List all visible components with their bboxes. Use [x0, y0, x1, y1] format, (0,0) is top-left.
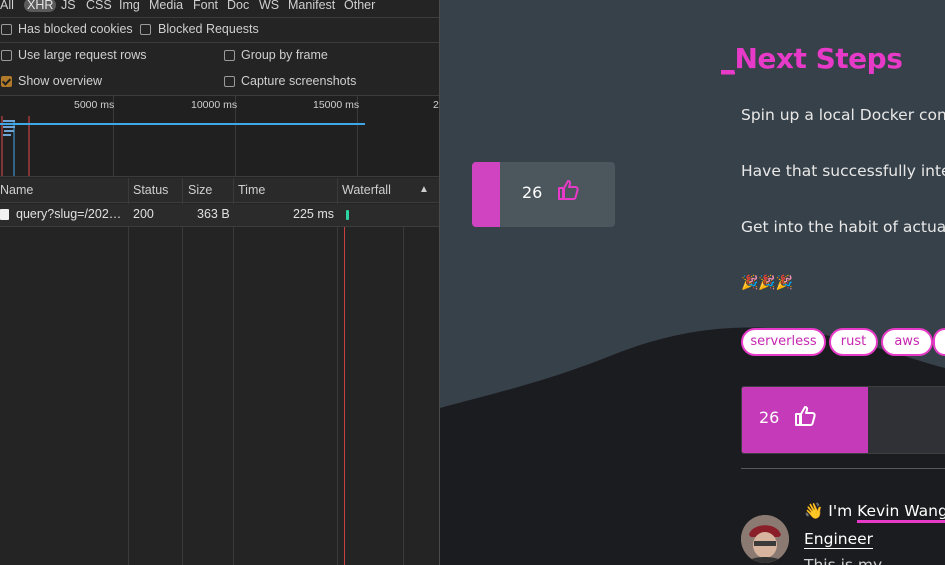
table-row[interactable]: query?slug=/202… 200 363 B 225 ms	[0, 204, 439, 226]
wave-emoji: 👋	[804, 502, 824, 520]
has-blocked-cookies-label: Has blocked cookies	[18, 22, 133, 36]
tag-serverless[interactable]: serverless	[741, 328, 826, 356]
request-size: 363 B	[197, 207, 230, 221]
like-count: 26	[759, 408, 780, 427]
heading-prefix: _	[721, 42, 735, 75]
filter-media[interactable]: Media	[149, 0, 183, 12]
author-avatar	[741, 515, 789, 563]
author-role-line: Engineer	[804, 530, 874, 549]
thumbs-up-icon[interactable]	[556, 178, 580, 202]
group-by-frame-label: Group by frame	[241, 48, 328, 62]
filter-all[interactable]: All	[0, 0, 14, 12]
floating-like-widget[interactable]: 26	[472, 162, 615, 227]
blog-page: _Next Steps Spin up a local Docker conta…	[440, 0, 945, 565]
filter-xhr[interactable]: XHR	[24, 0, 57, 12]
overview-bars	[0, 116, 365, 176]
request-name[interactable]: query?slug=/202…	[16, 207, 121, 221]
use-large-request-rows-checkbox[interactable]	[1, 50, 12, 61]
tag-aws[interactable]: aws	[881, 328, 933, 356]
resource-type-filter-bar: All XHR JS CSS Img Media Font Doc WS Man…	[0, 0, 439, 16]
network-overview-timeline[interactable]: 5000 ms 10000 ms 15000 ms 2	[0, 96, 439, 176]
load-event-line	[344, 204, 345, 565]
devtools-network-panel: All XHR JS CSS Img Media Font Doc WS Man…	[0, 0, 439, 565]
author-name-link[interactable]: Kevin Wang	[857, 502, 945, 523]
group-by-frame-checkbox[interactable]	[224, 50, 235, 61]
filter-other[interactable]: Other	[344, 0, 375, 12]
thumbs-up-icon[interactable]	[793, 404, 817, 428]
blocked-requests-checkbox[interactable]	[140, 24, 151, 35]
column-header-name[interactable]: Name	[0, 183, 33, 197]
paragraph: Spin up a local Docker conta	[741, 106, 945, 124]
divider	[0, 17, 439, 18]
capture-screenshots-label: Capture screenshots	[241, 74, 357, 88]
document-icon	[0, 209, 9, 220]
column-divider	[337, 178, 338, 565]
column-divider	[182, 178, 183, 565]
divider	[0, 202, 439, 203]
author-intro: 👋 I'm Kevin Wang.	[804, 502, 945, 523]
show-overview-label: Show overview	[18, 74, 103, 88]
request-time: 225 ms	[293, 207, 334, 221]
author-role-link[interactable]: Engineer	[804, 530, 874, 549]
show-overview-checkbox[interactable]	[1, 76, 12, 87]
divider	[0, 42, 439, 43]
divider	[0, 176, 439, 177]
capture-screenshots-checkbox[interactable]	[224, 76, 235, 87]
paragraph: Get into the habit of actually	[741, 218, 945, 236]
column-header-status[interactable]: Status	[133, 183, 168, 197]
party-emoji-row: 🎉🎉🎉	[741, 274, 794, 290]
divider	[0, 226, 439, 227]
author-prefix: I'm	[828, 502, 853, 520]
blocked-requests-label: Blocked Requests	[158, 22, 259, 36]
waterfall-bar	[346, 210, 349, 220]
column-header-size[interactable]: Size	[188, 183, 212, 197]
request-status: 200	[133, 207, 154, 221]
use-large-request-rows-label: Use large request rows	[18, 48, 147, 62]
column-header-waterfall[interactable]: Waterfall	[342, 183, 391, 197]
like-progress-bar	[472, 162, 500, 227]
author-bio-partial: This is my...	[804, 556, 895, 565]
column-header-time[interactable]: Time	[238, 183, 265, 197]
section-heading: _Next Steps	[721, 42, 903, 75]
column-divider	[233, 178, 234, 565]
section-divider	[741, 468, 945, 469]
heading-text: Next Steps	[734, 42, 903, 75]
paragraph: Have that successfully interf	[741, 162, 945, 180]
background-wave	[440, 327, 945, 565]
column-divider	[128, 178, 129, 565]
filter-img[interactable]: Img	[119, 0, 140, 12]
like-count: 26	[522, 183, 543, 202]
filter-js[interactable]: JS	[61, 0, 76, 12]
waterfall-gridline	[403, 204, 404, 565]
sort-ascending-icon[interactable]: ▲	[419, 184, 429, 195]
filter-css[interactable]: CSS	[86, 0, 112, 12]
filter-doc[interactable]: Doc	[227, 0, 249, 12]
filter-ws[interactable]: WS	[259, 0, 279, 12]
filter-font[interactable]: Font	[193, 0, 218, 12]
has-blocked-cookies-checkbox[interactable]	[1, 24, 12, 35]
requests-table-header: Name Status Size Time Waterfall ▲	[0, 178, 439, 202]
bottom-like-widget[interactable]: 26	[741, 386, 945, 454]
filter-manifest[interactable]: Manifest	[288, 0, 335, 12]
tag-rust[interactable]: rust	[829, 328, 878, 356]
